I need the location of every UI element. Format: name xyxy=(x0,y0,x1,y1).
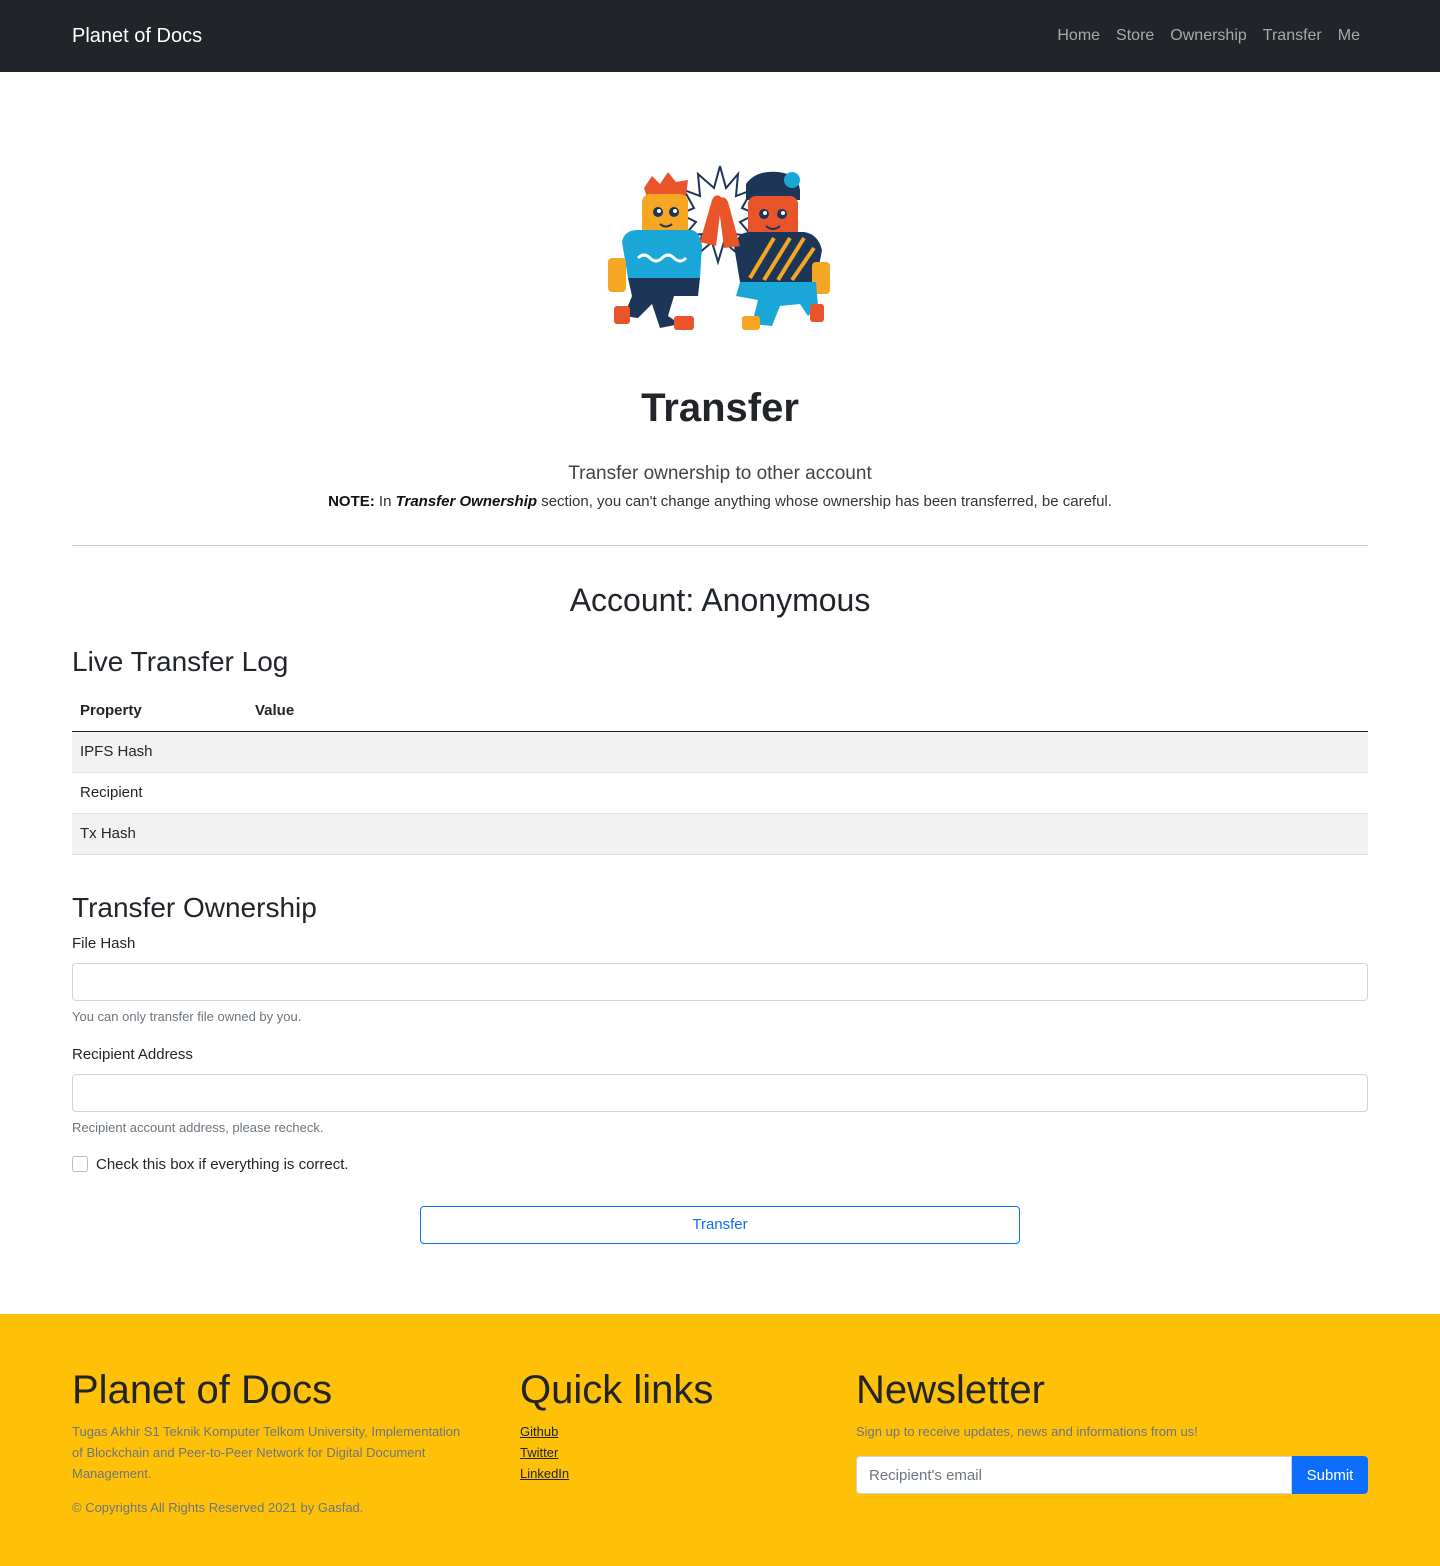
note-pre: In xyxy=(374,493,396,510)
footer-description: Tugas Akhir S1 Teknik Komputer Telkom Un… xyxy=(72,1424,461,1481)
confirm-checkbox-label[interactable]: Check this box if everything is correct. xyxy=(96,1156,349,1173)
newsletter-submit-button[interactable]: Submit xyxy=(1292,1456,1368,1494)
page-title: Transfer xyxy=(641,386,799,430)
navbar-brand[interactable]: Planet of Docs xyxy=(72,25,202,48)
table-row: Recipient xyxy=(72,772,1368,814)
newsletter-text: Sign up to receive updates, news and inf… xyxy=(856,1424,1198,1439)
column-header-value: Value xyxy=(247,691,1368,732)
nav-link-ownership[interactable]: Ownership xyxy=(1170,27,1246,45)
newsletter-title: Newsletter xyxy=(856,1368,1045,1412)
nav-link-store[interactable]: Store xyxy=(1116,27,1154,45)
footer: Planet of Docs Tugas Akhir S1 Teknik Kom… xyxy=(0,1314,1440,1566)
confirm-check-row: Check this box if everything is correct. xyxy=(72,1156,1368,1173)
transfer-button[interactable]: Transfer xyxy=(420,1205,1020,1244)
recipient-help: Recipient account address, please rechec… xyxy=(72,1119,324,1135)
page-subtitle: Transfer ownership to other account xyxy=(568,463,872,484)
note-label: NOTE: xyxy=(328,493,375,510)
cell-property: Recipient xyxy=(72,772,247,814)
nav-link-transfer[interactable]: Transfer xyxy=(1263,27,1322,45)
footer-newsletter: Newsletter Sign up to receive updates, n… xyxy=(856,1366,1368,1494)
footer-copyright: © Copyrights All Rights Reserved 2021 by… xyxy=(72,1500,364,1515)
quick-links-title: Quick links xyxy=(520,1368,714,1412)
recipient-address-input[interactable] xyxy=(72,1073,1368,1112)
high-five-illustration xyxy=(608,166,830,330)
nav-links: Home Store Ownership Transfer Me xyxy=(1057,27,1368,45)
table-row: IPFS Hash xyxy=(72,731,1368,773)
column-header-property: Property xyxy=(72,691,247,732)
note-post: section, you can't change anything whose… xyxy=(537,493,1112,510)
note-emphasis: Transfer Ownership xyxy=(395,493,538,510)
footer-about: Planet of Docs Tugas Akhir S1 Teknik Kom… xyxy=(72,1366,472,1515)
footer-brand: Planet of Docs xyxy=(72,1368,333,1412)
link-github[interactable]: Github xyxy=(520,1421,713,1442)
cell-value xyxy=(247,731,1368,773)
link-twitter[interactable]: Twitter xyxy=(520,1442,713,1463)
cell-value xyxy=(247,772,1368,814)
table-row: Tx Hash xyxy=(72,813,1368,855)
recipient-label: Recipient Address xyxy=(72,1045,193,1063)
main-content: Transfer Transfer ownership to other acc… xyxy=(72,166,1368,1244)
warning-note: NOTE: In Transfer Ownership section, you… xyxy=(72,493,1368,510)
link-linkedin[interactable]: LinkedIn xyxy=(520,1463,713,1484)
navbar: Planet of Docs Home Store Ownership Tran… xyxy=(0,0,1440,72)
confirm-checkbox[interactable] xyxy=(72,1156,88,1172)
file-hash-input[interactable] xyxy=(72,962,1368,1001)
section-divider xyxy=(72,545,1368,546)
footer-quick-links: Quick links Github Twitter LinkedIn xyxy=(520,1366,713,1484)
newsletter-form: Recipient's email Submit xyxy=(856,1456,1368,1494)
account-heading: Account: Anonymous xyxy=(569,582,871,618)
transfer-log-table: Property Value IPFS Hash Recipient Tx Ha… xyxy=(72,691,1368,855)
cell-property: Tx Hash xyxy=(72,813,247,855)
log-title: Live Transfer Log xyxy=(72,646,289,677)
file-hash-help: You can only transfer file owned by you. xyxy=(72,1008,302,1024)
cell-property: IPFS Hash xyxy=(72,731,247,773)
cell-value xyxy=(247,813,1368,855)
table-header-row: Property Value xyxy=(72,691,1368,732)
transfer-form-title: Transfer Ownership xyxy=(72,891,317,923)
newsletter-email-input[interactable]: Recipient's email xyxy=(856,1456,1292,1494)
nav-link-me[interactable]: Me xyxy=(1338,27,1360,45)
file-hash-label: File Hash xyxy=(72,934,136,952)
nav-link-home[interactable]: Home xyxy=(1057,27,1100,45)
